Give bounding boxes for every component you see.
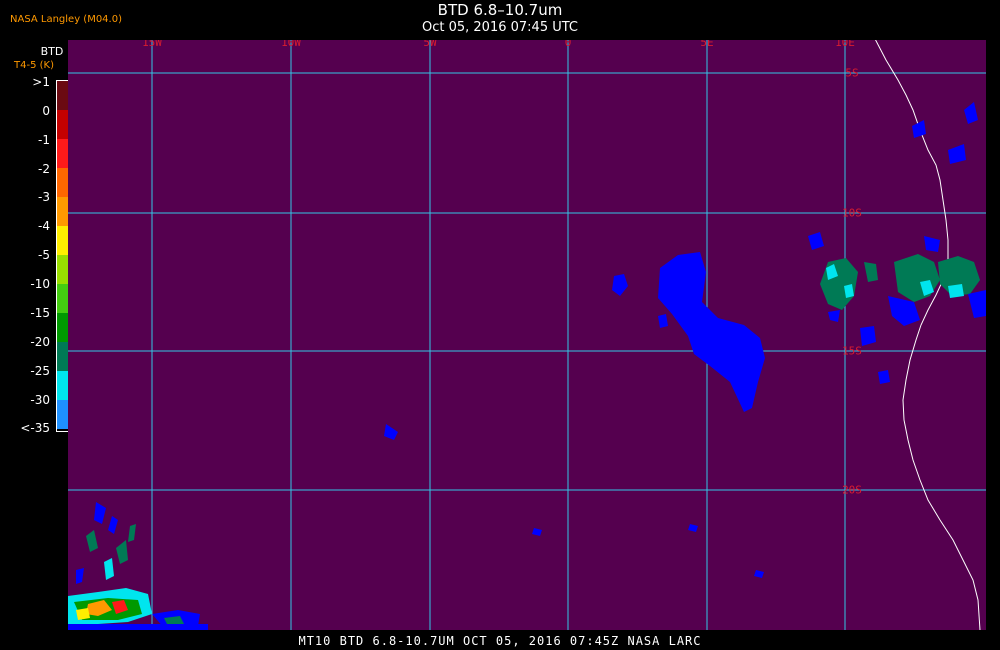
colorbar-tick: -5 (38, 248, 50, 262)
lat-label-10s: 10S (842, 206, 862, 220)
cloud-features (68, 102, 986, 630)
lat-label-15s: 15S (842, 344, 862, 358)
colorbar-tick: -10 (30, 277, 50, 291)
lon-label-0: 0 (564, 40, 572, 49)
colorbar-tick: 0 (42, 104, 50, 118)
graticule (68, 40, 986, 630)
colorbar-tick: -30 (30, 393, 50, 407)
colorbar-tick: -3 (38, 190, 50, 204)
lon-label-15w: 15W (142, 40, 162, 49)
colorbar-tick: -4 (38, 219, 50, 233)
lat-label-20s: 20S (842, 483, 862, 497)
lon-label-5e: 5E (700, 40, 714, 49)
colorbar-tick: <-35 (20, 421, 50, 435)
colorbar-title: BTD (40, 45, 64, 58)
footer-caption: MT10 BTD 6.8-10.7UM OCT 05, 2016 07:45Z … (298, 634, 702, 648)
map-canvas (68, 40, 986, 630)
satellite-map[interactable]: 15W 10W 5W 0 5E 10E 5S 10S 15S 20S (68, 40, 986, 630)
colorbar-tick: -2 (38, 162, 50, 176)
lon-label-5w: 5W (423, 40, 437, 49)
product-title: BTD 6.8–10.7um (437, 1, 563, 19)
lon-label-10e: 10E (835, 40, 855, 49)
colorbar-tick: -20 (30, 335, 50, 349)
lat-label-5s: 5S (845, 66, 859, 80)
lon-label-10w: 10W (281, 40, 301, 49)
colorbar-unit: T4-5 (K) (14, 60, 54, 71)
colorbar-tick: -1 (38, 133, 50, 147)
colorbar-tick: -25 (30, 364, 50, 378)
colorbar-tick: >1 (32, 75, 50, 89)
timestamp: Oct 05, 2016 07:45 UTC (422, 20, 578, 35)
colorbar-tick: -15 (30, 306, 50, 320)
